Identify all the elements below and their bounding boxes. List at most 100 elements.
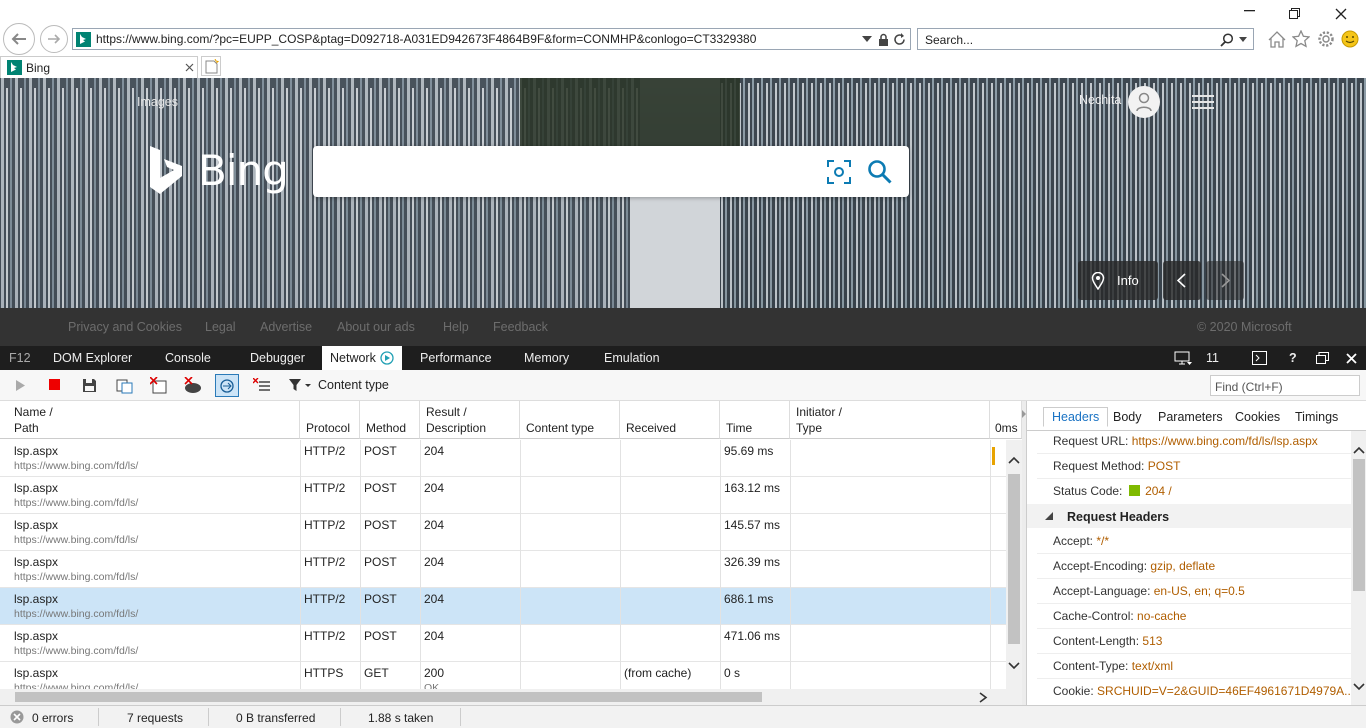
browser-tab-bing[interactable]: Bing xyxy=(0,56,198,78)
forward-button[interactable] xyxy=(40,25,68,53)
next-image-button[interactable] xyxy=(1206,261,1244,300)
console-toggle-icon[interactable] xyxy=(1252,351,1267,365)
horizontal-scroll-thumb[interactable] xyxy=(15,692,762,702)
col-initiator[interactable]: Initiator / Type xyxy=(790,401,990,439)
images-link[interactable]: Images xyxy=(137,95,178,109)
visual-search-icon[interactable] xyxy=(827,160,851,184)
user-name[interactable]: Nechita xyxy=(1079,93,1121,107)
chevron-down-icon[interactable] xyxy=(862,36,872,43)
col-content-type[interactable]: Content type xyxy=(520,401,620,439)
table-row[interactable]: lsp.aspx https://www.bing.com/fd/ls/HTTP/… xyxy=(0,440,1006,477)
tab-timings[interactable]: Timings xyxy=(1295,410,1338,424)
vertical-scroll-thumb[interactable] xyxy=(1008,474,1020,644)
filter-icon[interactable] xyxy=(289,378,313,392)
browser-search-box[interactable]: Search... xyxy=(917,28,1254,50)
chevron-down-icon[interactable] xyxy=(1239,37,1247,42)
details-scroll-thumb[interactable] xyxy=(1353,459,1365,591)
address-bar[interactable]: https://www.bing.com/?pc=EUPP_COSP&ptag=… xyxy=(72,28,911,50)
tab-dom-explorer[interactable]: DOM Explorer xyxy=(53,351,132,365)
always-refresh-toggle[interactable] xyxy=(215,374,239,397)
save-icon[interactable] xyxy=(82,378,97,393)
grid-vertical-scrollbar[interactable] xyxy=(1006,440,1022,689)
column-divider xyxy=(790,662,791,689)
bing-logo[interactable]: Bing xyxy=(148,144,289,200)
close-icon[interactable] xyxy=(1335,8,1347,20)
footer-link-legal[interactable]: Legal xyxy=(205,320,236,334)
chevron-down-icon[interactable] xyxy=(1353,683,1365,691)
favorites-star-icon[interactable] xyxy=(1292,30,1310,48)
tab-body[interactable]: Body xyxy=(1113,410,1142,424)
request-headers-section[interactable]: Request Headers xyxy=(1027,504,1353,528)
prev-image-button[interactable] xyxy=(1163,261,1201,300)
start-profiling-icon[interactable] xyxy=(15,379,26,392)
chevron-up-icon[interactable] xyxy=(1008,456,1020,464)
hamburger-menu-icon[interactable] xyxy=(1192,95,1214,109)
table-row[interactable]: lsp.aspx https://www.bing.com/fd/ls/HTTP/… xyxy=(0,625,1006,662)
close-devtools-icon[interactable] xyxy=(1346,353,1357,364)
table-row[interactable]: lsp.aspx https://www.bing.com/fd/ls/HTTP/… xyxy=(0,477,1006,514)
clear-cache-icon[interactable] xyxy=(184,377,202,394)
smiley-feedback-icon[interactable] xyxy=(1341,30,1359,48)
tab-cookies[interactable]: Cookies xyxy=(1235,410,1280,424)
error-icon[interactable] xyxy=(10,710,24,724)
monitor-icon[interactable] xyxy=(1174,351,1192,365)
chevron-down-icon[interactable] xyxy=(1008,662,1020,670)
bing-search-input[interactable] xyxy=(313,146,909,197)
tab-headers[interactable]: Headers xyxy=(1043,407,1109,427)
tab-memory[interactable]: Memory xyxy=(524,351,569,365)
col-method[interactable]: Method xyxy=(360,401,420,439)
footer-link-help[interactable]: Help xyxy=(443,320,469,334)
info-button[interactable]: Info xyxy=(1078,261,1158,300)
tab-performance[interactable]: Performance xyxy=(420,351,492,365)
tab-f12[interactable]: F12 xyxy=(9,351,31,365)
tab-console[interactable]: Console xyxy=(165,351,211,365)
minimize-icon[interactable] xyxy=(1244,10,1255,13)
footer-link-feedback[interactable]: Feedback xyxy=(493,320,548,334)
clear-session-icon[interactable] xyxy=(150,377,168,394)
search-icon[interactable] xyxy=(867,159,892,184)
col-protocol[interactable]: Protocol xyxy=(300,401,360,439)
col-name-path[interactable]: Name / Path xyxy=(0,401,300,439)
search-icon[interactable] xyxy=(1220,33,1234,47)
avatar[interactable] xyxy=(1128,86,1160,118)
back-button[interactable] xyxy=(3,23,35,55)
details-scrollbar[interactable] xyxy=(1351,431,1366,705)
chevron-right-icon[interactable] xyxy=(979,692,988,703)
close-tab-icon[interactable] xyxy=(185,63,194,72)
table-row[interactable]: lsp.aspx https://www.bing.com/fd/ls/HTTP/… xyxy=(0,588,1006,625)
lock-icon[interactable] xyxy=(878,33,889,46)
undock-icon[interactable] xyxy=(1316,352,1329,364)
tab-parameters[interactable]: Parameters xyxy=(1158,410,1223,424)
col-received[interactable]: Received xyxy=(620,401,720,439)
import-icon[interactable] xyxy=(116,377,134,394)
tab-debugger[interactable]: Debugger xyxy=(250,351,305,365)
restore-icon[interactable] xyxy=(1289,8,1300,19)
find-input[interactable]: Find (Ctrl+F) xyxy=(1210,375,1360,396)
new-tab-button[interactable] xyxy=(201,56,221,76)
tab-emulation[interactable]: Emulation xyxy=(604,351,660,365)
col-timeline[interactable]: 0ms xyxy=(990,401,1022,439)
column-divider xyxy=(990,514,991,551)
content-type-filter[interactable]: Content type xyxy=(318,378,389,392)
footer-link-privacy[interactable]: Privacy and Cookies xyxy=(68,320,182,334)
footer-link-about-ads[interactable]: About our ads xyxy=(337,320,415,334)
request-url-value[interactable]: https://www.bing.com/fd/ls/lsp.aspx xyxy=(1132,434,1318,448)
person-icon xyxy=(1136,92,1152,112)
gear-icon[interactable] xyxy=(1317,30,1335,48)
table-row[interactable]: lsp.aspx https://www.bing.com/fd/ls/HTTP/… xyxy=(0,551,1006,588)
chevron-up-icon[interactable] xyxy=(1353,446,1365,454)
grid-horizontal-scrollbar[interactable] xyxy=(0,689,1022,705)
document-mode[interactable]: 11 xyxy=(1206,351,1219,365)
clear-entries-icon[interactable] xyxy=(253,378,270,393)
footer-link-advertise[interactable]: Advertise xyxy=(260,320,312,334)
request-method: POST xyxy=(364,629,397,643)
col-result[interactable]: Result / Description xyxy=(420,401,520,439)
refresh-icon[interactable] xyxy=(893,33,906,46)
home-icon[interactable] xyxy=(1268,31,1286,48)
stop-profiling-icon[interactable] xyxy=(49,379,61,391)
tab-network[interactable]: Network xyxy=(322,346,402,370)
help-icon[interactable]: ? xyxy=(1289,351,1297,365)
table-row[interactable]: lsp.aspx https://www.bing.com/fd/ls/HTTP/… xyxy=(0,514,1006,551)
table-row[interactable]: lsp.aspx https://www.bing.com/fd/ls/HTTPS… xyxy=(0,662,1006,689)
col-time[interactable]: Time xyxy=(720,401,790,439)
